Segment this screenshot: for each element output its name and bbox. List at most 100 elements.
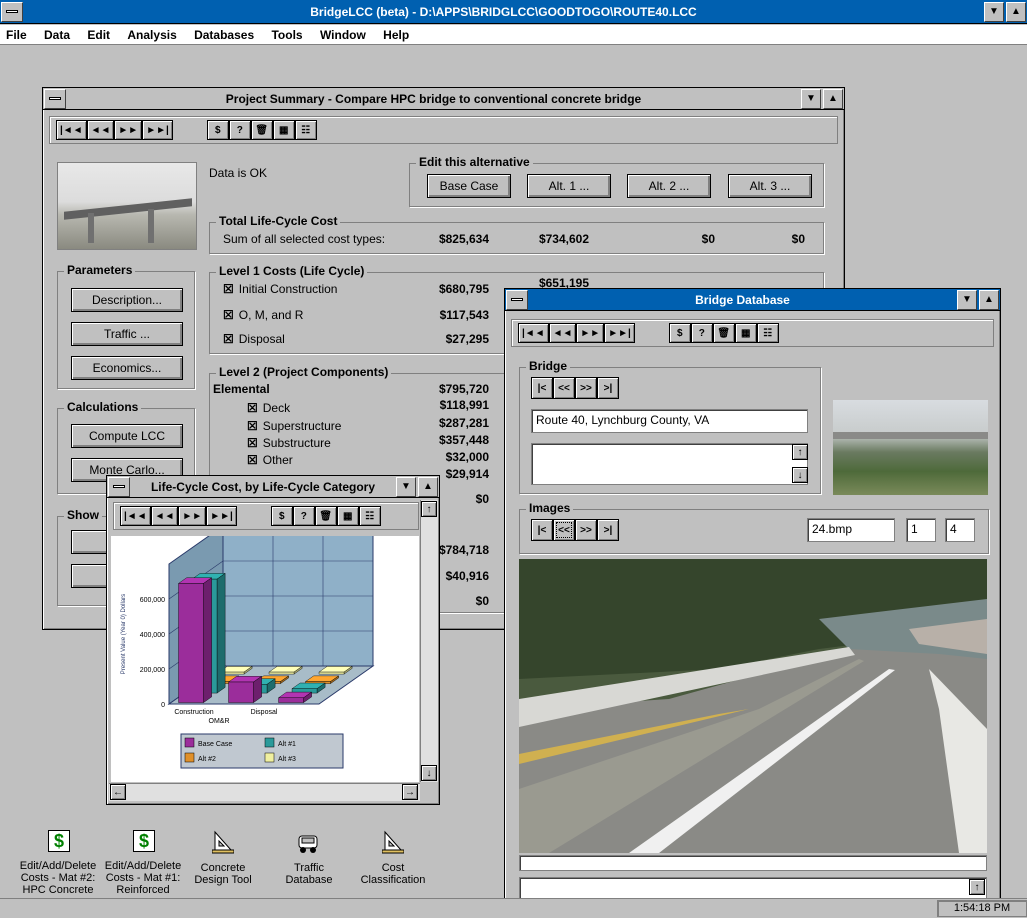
level2-other-row[interactable]: ☒ Other xyxy=(247,453,293,467)
triangle-ruler-icon[interactable] xyxy=(381,830,405,854)
help-button[interactable]: ? xyxy=(228,120,251,140)
db-prev-button[interactable]: ◄◄ xyxy=(548,323,577,343)
dollar-icon[interactable]: $ xyxy=(133,830,155,852)
bridge-next-button[interactable]: >> xyxy=(575,377,597,399)
db-grid-icon[interactable]: ☷ xyxy=(756,323,779,343)
image-notes-field[interactable] xyxy=(519,877,987,899)
image-last-button[interactable]: >| xyxy=(597,519,619,541)
chart-minimize-button[interactable]: ▼ xyxy=(396,476,416,497)
icon-label-mat2[interactable]: Edit/Add/Delete Costs - Mat #2: HPC Conc… xyxy=(18,860,98,896)
image-caption-field[interactable] xyxy=(519,855,987,871)
db-calculator-icon[interactable]: ▦ xyxy=(734,323,757,343)
bridge-first-button[interactable]: |< xyxy=(531,377,553,399)
chart-calculator-icon[interactable]: ▦ xyxy=(336,506,359,526)
db-last-button[interactable]: ►►| xyxy=(604,323,635,343)
image-first-button[interactable]: |< xyxy=(531,519,553,541)
chart-scroll-down[interactable]: ↓ xyxy=(421,765,437,781)
menu-help[interactable]: Help xyxy=(383,28,409,42)
level1-initial-row[interactable]: ☒ Initial Construction xyxy=(223,282,337,296)
traffic-button[interactable]: Traffic ... xyxy=(71,322,183,346)
chart-vscrollbar[interactable] xyxy=(420,500,438,782)
chart-last-button[interactable]: ►►| xyxy=(206,506,237,526)
chart-prev-button[interactable]: ◄◄ xyxy=(150,506,179,526)
economics-button[interactable]: Economics... xyxy=(71,356,183,380)
next-record-button[interactable]: ►► xyxy=(114,120,143,140)
trash-icon[interactable]: 🗑 xyxy=(250,120,273,140)
bridge-notes-field[interactable] xyxy=(531,443,808,485)
bridge-name-field[interactable]: Route 40, Lynchburg County, VA xyxy=(531,409,808,433)
bridge-db-minimize-button[interactable]: ▼ xyxy=(957,289,977,310)
image-next-button[interactable]: >> xyxy=(575,519,597,541)
icon-label-cost[interactable]: Cost Classification xyxy=(353,862,433,886)
checkbox-omr[interactable]: ☒ xyxy=(223,308,234,322)
base-case-button[interactable]: Base Case xyxy=(427,174,511,198)
summary-minimize-button[interactable]: ▼ xyxy=(801,88,821,109)
chart-scroll-up[interactable]: ↑ xyxy=(421,501,437,517)
summary-system-menu-icon[interactable] xyxy=(44,88,66,109)
chart-hscrollbar[interactable] xyxy=(109,783,420,801)
level1-disposal-row[interactable]: ☒ Disposal xyxy=(223,332,285,346)
menu-file[interactable]: File xyxy=(6,28,27,42)
last-record-button[interactable]: ►►| xyxy=(142,120,173,140)
dollar-icon[interactable]: $ xyxy=(48,830,70,852)
checkbox-other[interactable]: ☒ xyxy=(247,453,258,467)
system-menu-icon[interactable] xyxy=(1,1,23,22)
checkbox-initial[interactable]: ☒ xyxy=(223,282,234,296)
chart-system-menu-icon[interactable] xyxy=(108,476,130,497)
minimize-button[interactable]: ▼ xyxy=(984,1,1004,22)
image-notes-scroll-up[interactable]: ↑ xyxy=(969,879,985,895)
image-filename-field[interactable]: 24.bmp xyxy=(807,518,895,542)
level2-deck-row[interactable]: ☒ Deck xyxy=(247,401,290,415)
level2-superstructure-row[interactable]: ☒ Superstructure xyxy=(247,419,341,433)
notes-scroll-down[interactable]: ↓ xyxy=(792,467,808,483)
icon-label-concrete[interactable]: Concrete Design Tool xyxy=(183,862,263,886)
image-prev-button[interactable]: << xyxy=(553,519,575,541)
menu-data[interactable]: Data xyxy=(44,28,70,42)
description-button[interactable]: Description... xyxy=(71,288,183,312)
maximize-button[interactable]: ▲ xyxy=(1006,1,1026,22)
chart-help-button[interactable]: ? xyxy=(292,506,315,526)
chart-scroll-left[interactable]: ← xyxy=(110,784,126,800)
checkbox-disposal[interactable]: ☒ xyxy=(223,332,234,346)
menu-analysis[interactable]: Analysis xyxy=(127,28,176,42)
db-trash-icon[interactable]: 🗑 xyxy=(712,323,735,343)
alt2-button[interactable]: Alt. 2 ... xyxy=(627,174,711,198)
alt1-button[interactable]: Alt. 1 ... xyxy=(527,174,611,198)
notes-scroll-up[interactable]: ↑ xyxy=(792,444,808,460)
chart-costs-button[interactable]: $ xyxy=(270,506,293,526)
menu-edit[interactable]: Edit xyxy=(87,28,110,42)
chart-scroll-right[interactable]: → xyxy=(402,784,418,800)
chart-grid-icon[interactable]: ☷ xyxy=(358,506,381,526)
car-icon[interactable] xyxy=(296,832,320,854)
bridge-prev-button[interactable]: << xyxy=(553,377,575,399)
image-index-field[interactable]: 1 xyxy=(906,518,936,542)
db-first-button[interactable]: |◄◄ xyxy=(518,323,549,343)
prev-record-button[interactable]: ◄◄ xyxy=(86,120,115,140)
menu-databases[interactable]: Databases xyxy=(194,28,254,42)
alt3-button[interactable]: Alt. 3 ... xyxy=(728,174,812,198)
bridge-last-button[interactable]: >| xyxy=(597,377,619,399)
chart-trash-icon[interactable]: 🗑 xyxy=(314,506,337,526)
menu-window[interactable]: Window xyxy=(320,28,366,42)
bridge-db-system-menu-icon[interactable] xyxy=(506,289,528,310)
icon-label-traffic[interactable]: Traffic Database xyxy=(269,862,349,886)
chart-next-button[interactable]: ►► xyxy=(178,506,207,526)
calculator-icon[interactable]: ▦ xyxy=(272,120,295,140)
chart-maximize-button[interactable]: ▲ xyxy=(418,476,438,497)
grid-icon[interactable]: ☷ xyxy=(294,120,317,140)
db-next-button[interactable]: ►► xyxy=(576,323,605,343)
icon-label-mat1[interactable]: Edit/Add/Delete Costs - Mat #1: Reinforc… xyxy=(103,860,183,896)
db-help-button[interactable]: ? xyxy=(690,323,713,343)
level1-omr-row[interactable]: ☒ O, M, and R xyxy=(223,308,303,322)
bridge-db-maximize-button[interactable]: ▲ xyxy=(979,289,999,310)
checkbox-deck[interactable]: ☒ xyxy=(247,401,258,415)
costs-button[interactable]: $ xyxy=(206,120,229,140)
summary-maximize-button[interactable]: ▲ xyxy=(823,88,843,109)
db-costs-button[interactable]: $ xyxy=(668,323,691,343)
menu-tools[interactable]: Tools xyxy=(271,28,302,42)
triangle-ruler-icon[interactable] xyxy=(211,830,235,854)
compute-lcc-button[interactable]: Compute LCC xyxy=(71,424,183,448)
image-count-field[interactable]: 4 xyxy=(945,518,975,542)
first-record-button[interactable]: |◄◄ xyxy=(56,120,87,140)
chart-first-button[interactable]: |◄◄ xyxy=(120,506,151,526)
